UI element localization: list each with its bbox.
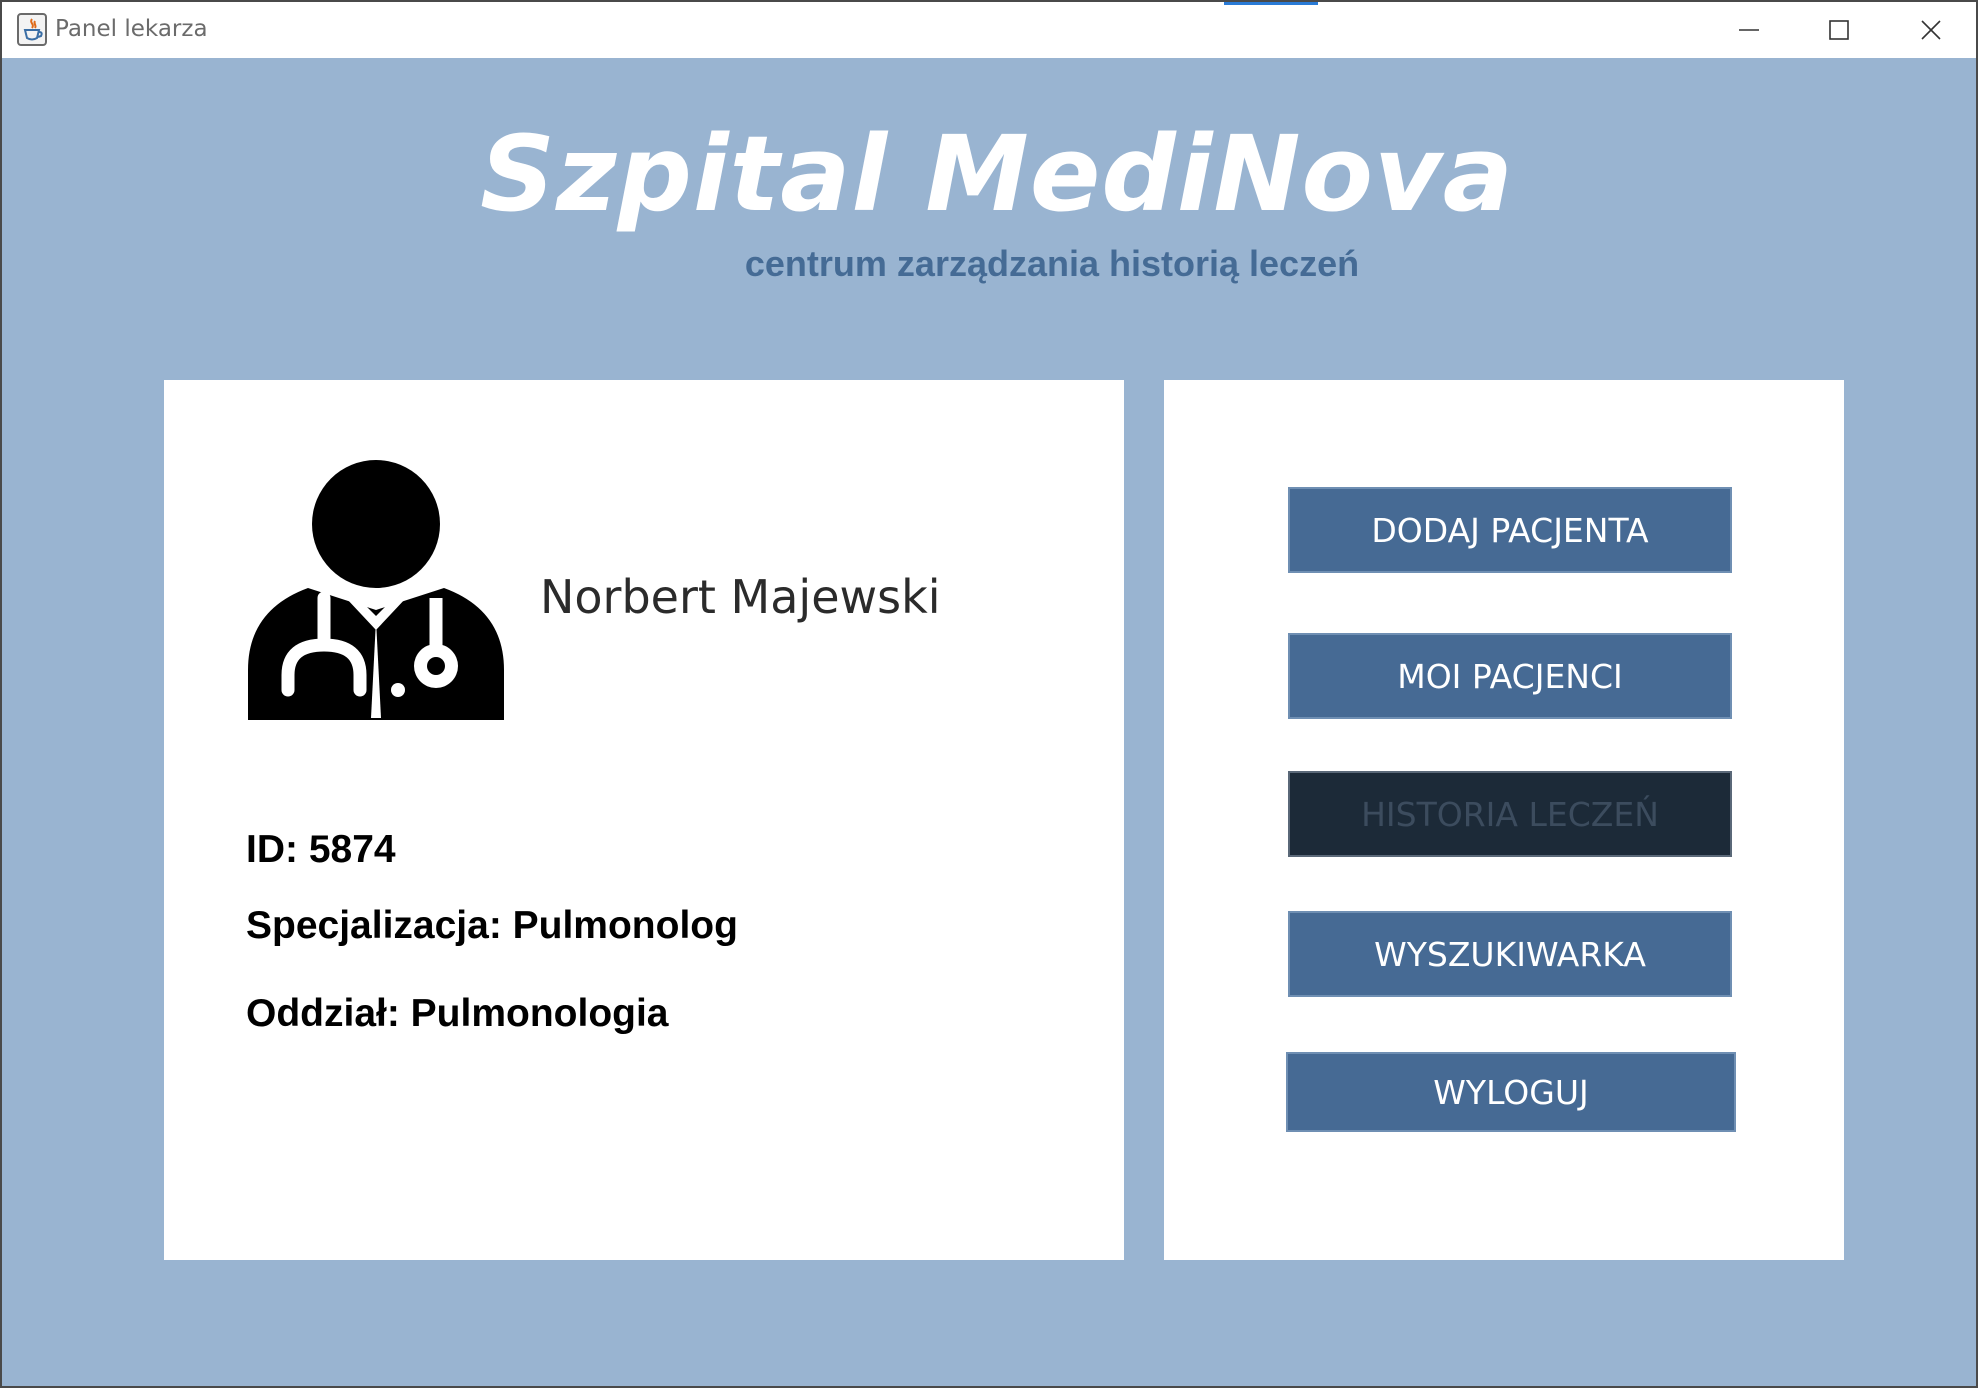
maximize-icon bbox=[1829, 20, 1849, 40]
hospital-title: Szpital MediNova bbox=[480, 113, 1514, 235]
my-patients-button[interactable]: MOI PACJENCI bbox=[1288, 633, 1732, 719]
search-button[interactable]: WYSZUKIWARKA bbox=[1288, 911, 1732, 997]
application-window: Panel lekarza Szpital MediNova centrum z… bbox=[0, 0, 1978, 1388]
treatment-history-button[interactable]: HISTORIA LECZEŃ bbox=[1288, 771, 1732, 857]
window-title: Panel lekarza bbox=[55, 16, 208, 42]
add-patient-button[interactable]: DODAJ PACJENTA bbox=[1288, 487, 1732, 573]
doctor-department: Oddział: Pulmonologia bbox=[246, 992, 669, 1035]
java-cup-icon bbox=[17, 13, 47, 46]
minimize-button[interactable] bbox=[1704, 2, 1794, 58]
minimize-icon bbox=[1739, 29, 1759, 31]
close-icon bbox=[1921, 20, 1941, 40]
doctor-specialization: Specjalizacja: Pulmonolog bbox=[246, 904, 738, 947]
close-button[interactable] bbox=[1886, 2, 1976, 58]
doctor-id: ID: 5874 bbox=[246, 828, 396, 871]
hospital-subtitle: centrum zarządzania historią leczeń bbox=[744, 243, 1360, 284]
doctor-profile-card: Norbert Majewski ID: 5874 Specjalizacja:… bbox=[164, 380, 1124, 1260]
title-bar-accent bbox=[1224, 2, 1318, 5]
doctor-stethoscope-icon bbox=[248, 460, 504, 724]
maximize-button[interactable] bbox=[1794, 2, 1884, 58]
main-content: Szpital MediNova centrum zarządzania his… bbox=[2, 58, 1976, 1386]
title-bar[interactable]: Panel lekarza bbox=[2, 2, 1976, 58]
doctor-name: Norbert Majewski bbox=[540, 570, 941, 624]
menu-card: DODAJ PACJENTA MOI PACJENCI HISTORIA LEC… bbox=[1164, 380, 1844, 1260]
logout-button[interactable]: WYLOGUJ bbox=[1286, 1052, 1736, 1132]
